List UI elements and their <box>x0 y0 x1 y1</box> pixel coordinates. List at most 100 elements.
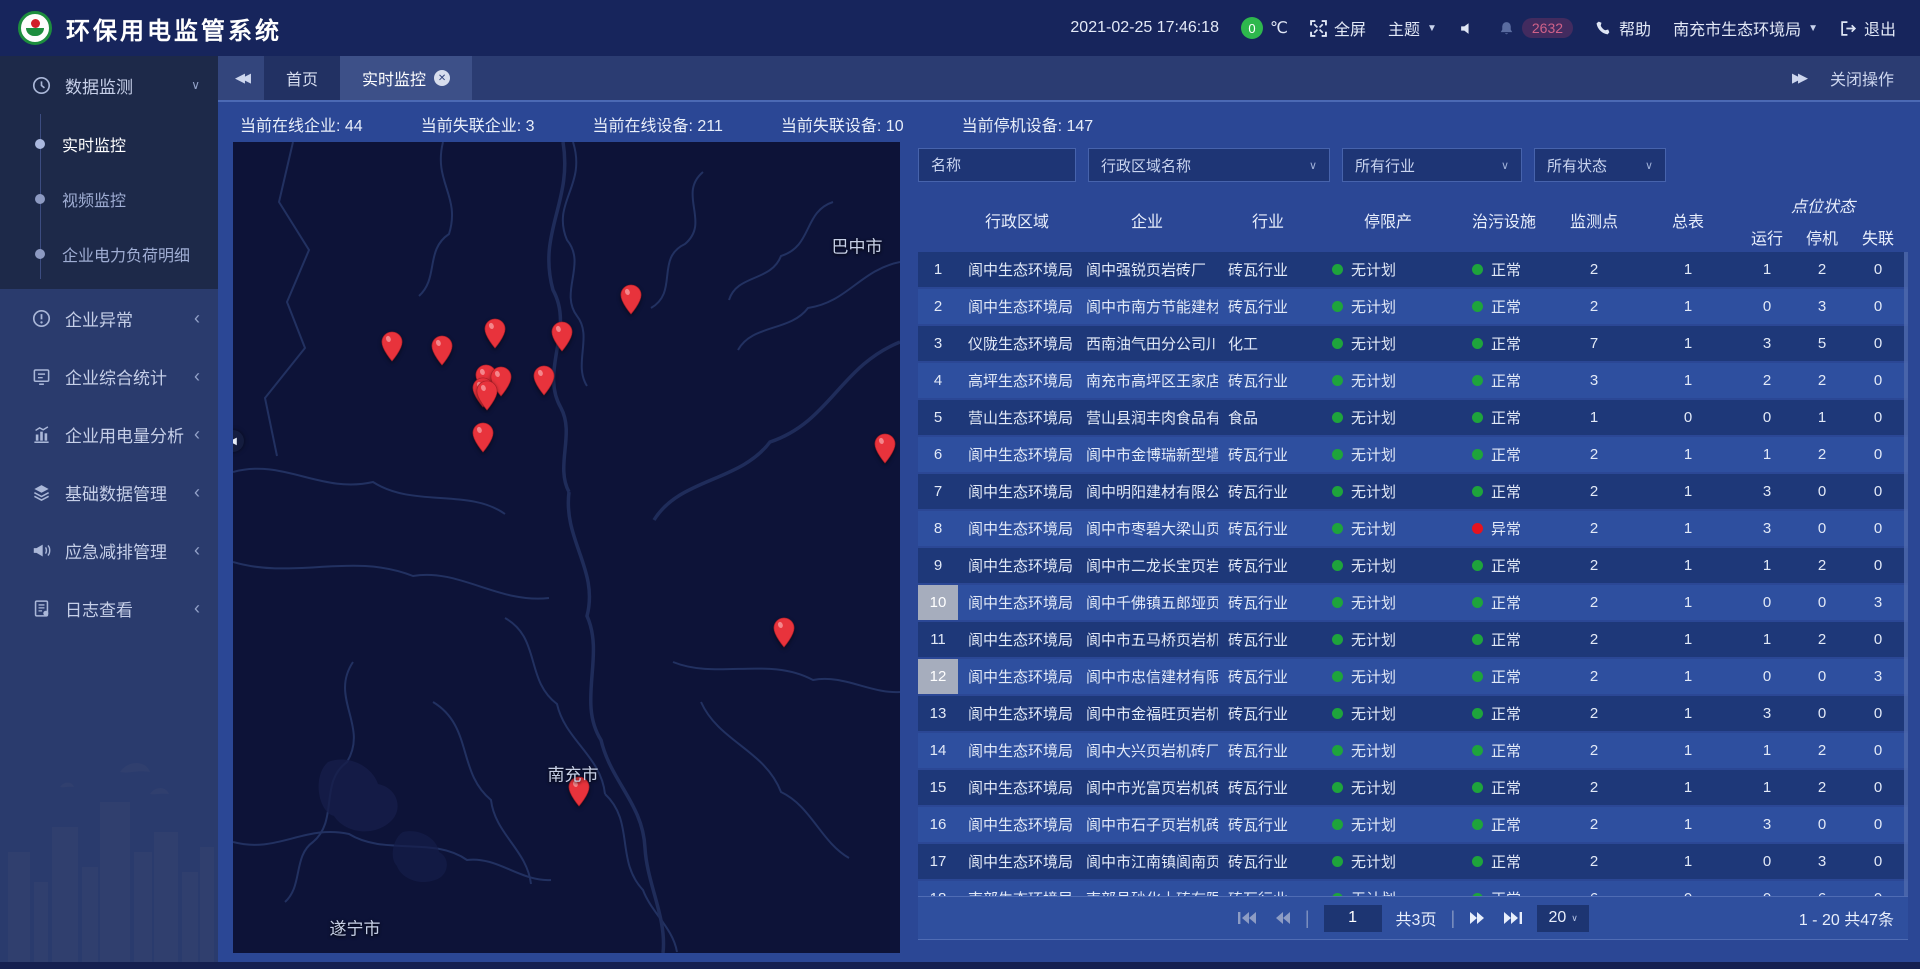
table-row[interactable]: 12阆中生态环境局阆中市忠信建材有限公砖瓦行业无计划正常21003 <box>918 659 1908 694</box>
cell-region: 阆中生态环境局 <box>958 703 1076 724</box>
monitor-icon <box>32 367 51 386</box>
status-label: 正常 <box>1491 888 1521 896</box>
sidebar-item-log-view[interactable]: 日志查看‹ <box>0 579 218 637</box>
table-row[interactable]: 9阆中生态环境局阆中市二龙长宝页岩砖砖瓦行业无计划正常21120 <box>918 548 1908 583</box>
megaphone-icon <box>32 541 51 560</box>
sidebar-group-data-monitoring: 数据监测∨ 实时监控视频监控企业电力负荷明细 <box>0 56 218 289</box>
tabs-scroll-left-button[interactable]: ◀◀ <box>218 56 264 100</box>
sidebar-subitem-实时监控[interactable]: 实时监控 <box>0 116 218 171</box>
map-pin[interactable] <box>772 617 796 648</box>
sidebar-subitem-企业电力负荷明细[interactable]: 企业电力负荷明细 <box>0 226 218 281</box>
status-label: 无计划 <box>1351 851 1396 872</box>
name-filter-input[interactable] <box>918 148 1076 182</box>
map-pin[interactable] <box>873 433 897 464</box>
close-icon[interactable]: ✕ <box>434 70 450 86</box>
logout-label: 退出 <box>1864 16 1896 40</box>
city-label-巴中市: 巴中市 <box>832 233 883 258</box>
map-pin[interactable] <box>532 365 556 396</box>
tab-实时监控[interactable]: 实时监控✕ <box>340 56 472 100</box>
map-pin[interactable] <box>475 380 499 411</box>
table-row[interactable]: 18南部生态环境局南部县砂化土砖有限公砖瓦行业无计划正常60060 <box>918 881 1908 896</box>
tab-首页[interactable]: 首页 <box>264 56 340 100</box>
status-dot <box>1332 301 1343 312</box>
cell-lost: 3 <box>1848 594 1908 611</box>
org-dropdown[interactable]: 南充市生态环境局 ▼ <box>1673 16 1818 40</box>
cell-company: 阆中市金博瑞新型墙材 <box>1076 444 1218 465</box>
region-filter-select[interactable]: 行政区域名称 ∨ <box>1088 148 1330 182</box>
sidebar-item-emergency-reduction[interactable]: 应急减排管理‹ <box>0 521 218 579</box>
cell-limit: 无计划 <box>1318 592 1458 613</box>
map-panel[interactable]: 巴中市南充市遂宁市 ◀ <box>233 142 900 953</box>
table-row[interactable]: 16阆中生态环境局阆中市石子页岩机砖厂砖瓦行业无计划正常21300 <box>918 807 1908 842</box>
table-row[interactable]: 6阆中生态环境局阆中市金博瑞新型墙材砖瓦行业无计划正常21120 <box>918 437 1908 472</box>
cell-industry: 砖瓦行业 <box>1218 740 1318 761</box>
page-size-select[interactable]: 20 ∨ <box>1537 905 1589 932</box>
sidebar-item-enterprise-abnormal[interactable]: 企业异常‹ <box>0 289 218 347</box>
map-pin[interactable] <box>430 335 454 366</box>
table-row[interactable]: 10阆中生态环境局阆中千佛镇五郎垭页岩砖瓦行业无计划正常21003 <box>918 585 1908 620</box>
table-row[interactable]: 17阆中生态环境局阆中市江南镇阆南页岩砖瓦行业无计划正常21030 <box>918 844 1908 879</box>
status-label: 无计划 <box>1351 814 1396 835</box>
table-row[interactable]: 5营山生态环境局营山县润丰肉食品有限食品无计划正常10010 <box>918 400 1908 435</box>
map-pin[interactable] <box>483 318 507 349</box>
current-page-input[interactable]: 1 <box>1324 905 1382 932</box>
table-row[interactable]: 2阆中生态环境局阆中市南方节能建材有砖瓦行业无计划正常21030 <box>918 289 1908 324</box>
first-page-button[interactable] <box>1237 911 1257 925</box>
status-dot <box>1332 264 1343 275</box>
sidebar-item-power-usage-analysis[interactable]: 企业用电量分析‹ <box>0 405 218 463</box>
table-row[interactable]: 13阆中生态环境局阆中市金福旺页岩机砖砖瓦行业无计划正常21300 <box>918 696 1908 731</box>
city-label-遂宁市: 遂宁市 <box>330 915 381 940</box>
cell-run: 3 <box>1738 335 1796 352</box>
help-button[interactable]: 帮助 <box>1595 16 1651 40</box>
table-row[interactable]: 7阆中生态环境局阆中明阳建材有限公司砖瓦行业无计划正常21300 <box>918 474 1908 509</box>
sidebar-item-base-data[interactable]: 基础数据管理‹ <box>0 463 218 521</box>
theme-dropdown[interactable]: 主题 ▼ <box>1388 16 1437 40</box>
pagination-range-label: 1 - 20 共47条 <box>1799 906 1908 930</box>
map-pin[interactable] <box>471 422 495 453</box>
table-row[interactable]: 1阆中生态环境局阆中强锐页岩砖厂砖瓦行业无计划正常21120 <box>918 252 1908 287</box>
map-pin[interactable] <box>619 284 643 315</box>
cell-lost: 0 <box>1848 520 1908 537</box>
sidebar-subitem-视频监控[interactable]: 视频监控 <box>0 171 218 226</box>
sidebar-item-enterprise-statistics[interactable]: 企业综合统计‹ <box>0 347 218 405</box>
table-scrollbar[interactable] <box>1904 252 1908 896</box>
map-pin[interactable] <box>550 321 574 352</box>
table-row[interactable]: 4高坪生态环境局南充市高坪区王家店建砖瓦行业无计划正常31220 <box>918 363 1908 398</box>
cell-stop: 2 <box>1796 557 1848 574</box>
logout-button[interactable]: 退出 <box>1840 16 1896 40</box>
last-page-button[interactable] <box>1503 911 1523 925</box>
cell-lost: 0 <box>1848 298 1908 315</box>
cell-industry: 砖瓦行业 <box>1218 481 1318 502</box>
notifications[interactable]: 2632 <box>1498 18 1573 38</box>
cell-total: 1 <box>1638 705 1738 722</box>
mute-button[interactable] <box>1459 20 1476 37</box>
sidebar-item-data-monitoring[interactable]: 数据监测∨ <box>0 56 218 114</box>
previous-page-button[interactable] <box>1271 911 1291 925</box>
status-dot <box>1332 375 1343 386</box>
status-dot <box>1472 375 1483 386</box>
cell-run: 2 <box>1738 372 1796 389</box>
table-row[interactable]: 3仪陇生态环境局西南油气田分公司川中化工无计划正常71350 <box>918 326 1908 361</box>
table-row[interactable]: 11阆中生态环境局阆中市五马桥页岩机砖砖瓦行业无计划正常21120 <box>918 622 1908 657</box>
sidebar-subitem-label: 视频监控 <box>62 187 126 211</box>
next-page-button[interactable] <box>1469 911 1489 925</box>
sidebar: 数据监测∨ 实时监控视频监控企业电力负荷明细企业异常‹企业综合统计‹企业用电量分析… <box>0 56 218 962</box>
cell-run: 0 <box>1738 594 1796 611</box>
close-operations-button[interactable]: 关闭操作 <box>1830 66 1894 90</box>
status-filter-select[interactable]: 所有状态 ∨ <box>1534 148 1666 182</box>
sidebar-subitem-label: 实时监控 <box>62 132 126 156</box>
sidebar-item-label: 数据监测 <box>65 73 133 98</box>
cell-stop: 5 <box>1796 335 1848 352</box>
industry-filter-select[interactable]: 所有行业 ∨ <box>1342 148 1522 182</box>
column-header: 治污设施 <box>1458 208 1550 232</box>
status-dot <box>1332 486 1343 497</box>
tabs-scroll-right-button[interactable]: ▶▶ <box>1792 70 1804 86</box>
fullscreen-button[interactable]: 全屏 <box>1310 16 1366 40</box>
map-pin[interactable] <box>380 331 404 362</box>
table-row[interactable]: 8阆中生态环境局阆中市枣碧大梁山页岩砖瓦行业无计划异常21300 <box>918 511 1908 546</box>
cell-lost: 0 <box>1848 816 1908 833</box>
status-dot <box>1332 634 1343 645</box>
status-label: 正常 <box>1491 407 1521 428</box>
table-row[interactable]: 14阆中生态环境局阆中大兴页岩机砖厂砖瓦行业无计划正常21120 <box>918 733 1908 768</box>
table-row[interactable]: 15阆中生态环境局阆中市光富页岩机砖厂砖瓦行业无计划正常21120 <box>918 770 1908 805</box>
